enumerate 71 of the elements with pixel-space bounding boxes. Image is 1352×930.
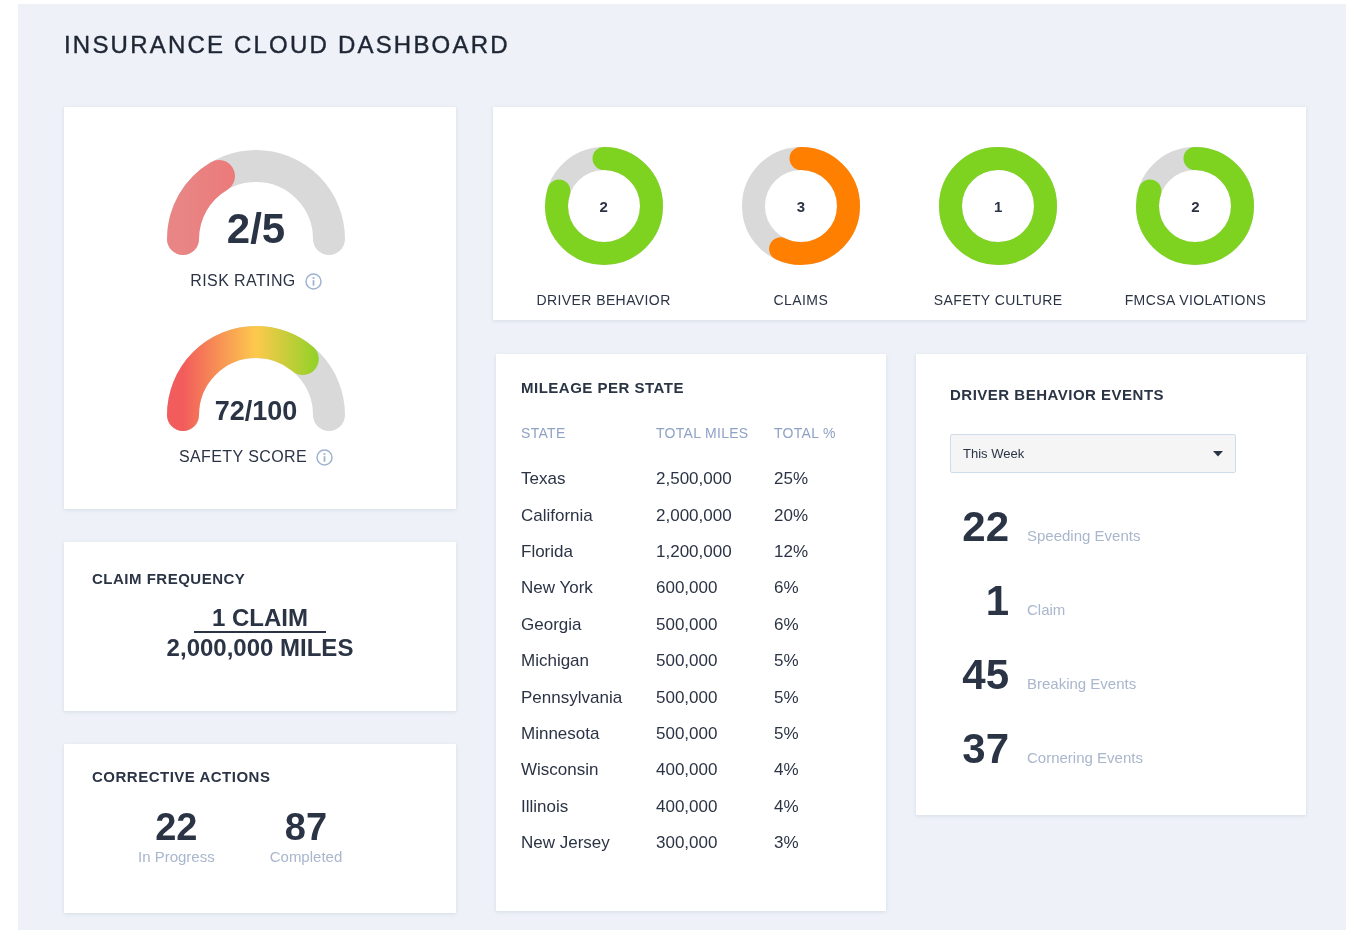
table-cell: 500,000 — [656, 715, 774, 753]
gauge-label: SAFETY SCORE — [178, 448, 308, 466]
score-value: 1 — [993, 198, 1003, 214]
table-cell: Pennsylvania — [521, 679, 656, 716]
dashboard-title: INSURANCE CLOUD DASHBOARD — [64, 31, 510, 59]
gauge-value: 72/100 — [213, 396, 299, 427]
event-count: 1 — [984, 576, 1009, 626]
fraction-numerator: 1 CLAIM — [194, 604, 326, 633]
stat-label: Completed — [269, 848, 343, 865]
table-cell: 300,000 — [656, 824, 774, 862]
table-cell: Wisconsin — [521, 752, 656, 789]
table-cell: California — [521, 497, 656, 534]
table-cell-text: 6% — [774, 577, 800, 600]
fraction-denominator: 2,000,000 MILES — [166, 633, 354, 663]
table-cell-text: 3% — [774, 832, 800, 855]
score-value: 2 — [1191, 198, 1200, 214]
table-cell: 2,500,000 — [656, 461, 774, 498]
event-count: 22 — [961, 502, 1009, 552]
table-cell: Illinois — [521, 788, 656, 825]
table-cell: New York — [521, 570, 656, 607]
table-cell: New Jersey — [521, 824, 656, 862]
gauge-label: RISK RATING — [190, 272, 296, 290]
table-cell-text: 5% — [774, 650, 800, 673]
stat-value: 22 — [155, 806, 198, 848]
table-cell-text: 4% — [774, 795, 800, 818]
card-title: CORRECTIVE ACTIONS — [92, 768, 271, 785]
event-label: Claim — [1027, 601, 1066, 618]
event-label: Breaking Events — [1027, 675, 1137, 692]
info-icon[interactable] — [316, 448, 334, 466]
table-cell: Texas — [521, 461, 656, 498]
table-cell: Michigan — [521, 642, 656, 680]
table-cell-text: 20% — [774, 504, 810, 527]
card-title: DRIVER BEHAVIOR EVENTS — [950, 386, 1165, 403]
column-header: STATE — [521, 425, 656, 461]
score-label: DRIVER BEHAVIOR — [536, 292, 671, 308]
table-cell: 600,000 — [656, 570, 774, 607]
table-cell-text: 6% — [774, 613, 800, 636]
table-cell: 400,000 — [656, 752, 774, 789]
table-cell: Georgia — [521, 606, 656, 643]
gauge-value: 2/5 — [225, 205, 287, 253]
table-cell-text: 1,200,000 — [656, 540, 733, 563]
score-label: FMCSA VIOLATIONS — [1124, 292, 1267, 308]
period-dropdown[interactable]: This Week — [950, 434, 1236, 473]
stat-label: In Progress — [138, 848, 215, 865]
table-cell: 500,000 — [656, 606, 774, 643]
table-cell: 400,000 — [656, 788, 774, 825]
score-value: 2 — [599, 198, 608, 214]
table-cell-text: 5% — [774, 722, 800, 745]
table-cell-text: 5% — [774, 686, 800, 709]
info-icon[interactable] — [304, 272, 322, 290]
table-cell-text: Florida — [521, 540, 574, 563]
column-header: TOTAL MILES — [656, 425, 774, 461]
table-cell: 500,000 — [656, 679, 774, 716]
table-cell-text: 12% — [774, 540, 810, 563]
table-cell: 500,000 — [656, 642, 774, 680]
score-label: CLAIMS — [773, 292, 829, 308]
stat-value: 87 — [284, 806, 328, 848]
score-label: SAFETY CULTURE — [933, 292, 1063, 308]
card-title: MILEAGE PER STATE — [521, 379, 684, 396]
event-count: 37 — [961, 724, 1009, 774]
table-cell-text: 25% — [774, 468, 810, 491]
event-label: Speeding Events — [1027, 527, 1141, 544]
event-count: 45 — [961, 650, 1009, 700]
caret-icon — [1213, 450, 1223, 457]
table-cell: Minnesota — [521, 715, 656, 753]
table-cell-text: 4% — [774, 759, 800, 782]
score-value: 3 — [796, 198, 806, 214]
table-cell: 2,000,000 — [656, 497, 774, 534]
event-label: Cornering Events — [1027, 749, 1143, 766]
card-title: CLAIM FREQUENCY — [92, 570, 246, 587]
column-header: TOTAL % — [774, 425, 836, 443]
